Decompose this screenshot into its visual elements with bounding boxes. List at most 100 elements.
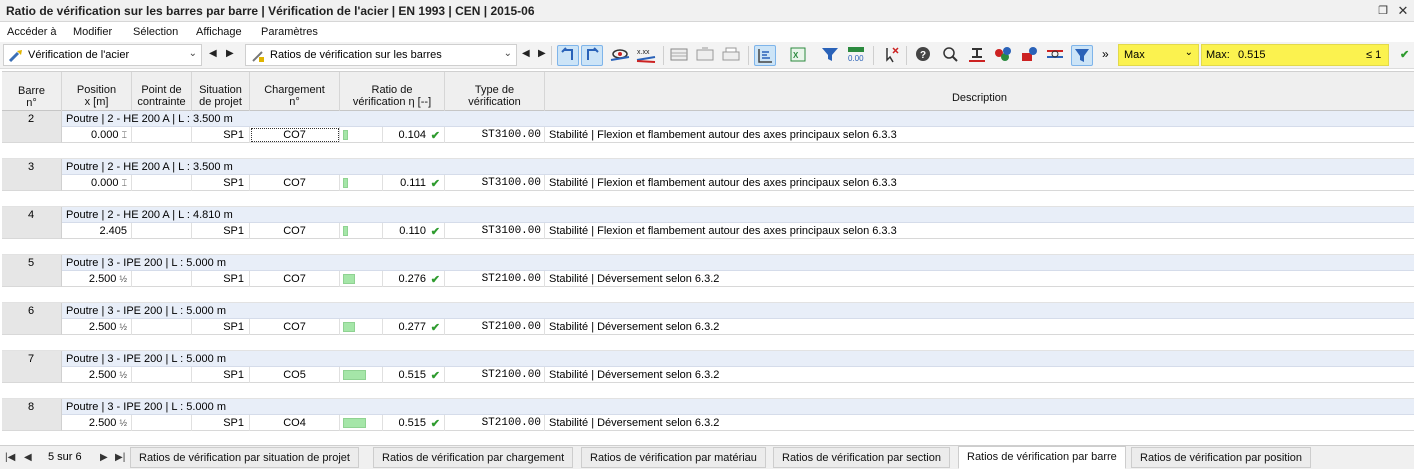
header-chargement[interactable]: Chargement n° bbox=[250, 72, 340, 112]
member-group-header[interactable]: Poutre | 3 - IPE 200 | L : 5.000 m bbox=[62, 399, 1414, 415]
point-cell[interactable] bbox=[132, 319, 192, 335]
table-row[interactable]: 2.500 ½ SP1 CO7 0.277 ✔ ST2100.00 Stabilité | … bbox=[62, 319, 1414, 335]
tab-materiau[interactable]: Ratios de vérification par matériau bbox=[581, 447, 766, 468]
info-loads-icon[interactable] bbox=[1018, 45, 1040, 66]
max-value-field[interactable]: Max: 0.515 ≤ 1 bbox=[1201, 44, 1389, 66]
point-cell[interactable] bbox=[132, 223, 192, 239]
info-materials-icon[interactable] bbox=[992, 45, 1014, 66]
table-row[interactable]: 0.000 ⌶ SP1 CO7 0.111 ✔ ST3100.00 Stabilité | … bbox=[62, 175, 1414, 191]
bar-number[interactable]: 7 bbox=[2, 351, 62, 383]
bar-number[interactable]: 3 bbox=[2, 159, 62, 191]
tab-situation-projet[interactable]: Ratios de vérification par situation de … bbox=[130, 447, 359, 468]
filter-icon[interactable] bbox=[819, 45, 841, 66]
search-icon[interactable] bbox=[940, 45, 962, 66]
type-cell[interactable]: ST2100.00 bbox=[445, 271, 545, 287]
funnel-filter-icon[interactable] bbox=[1071, 45, 1093, 66]
header-type[interactable]: Type de vérification bbox=[445, 72, 545, 112]
table-row[interactable]: 2.500 ½ SP1 CO4 0.515 ✔ ST2100.00 Stabilité | … bbox=[62, 415, 1414, 431]
ratio-cell[interactable]: 0.110 ✔ bbox=[340, 223, 445, 239]
table-view-icon[interactable] bbox=[668, 45, 690, 66]
description-cell[interactable]: Stabilité | Déversement selon 6.3.2 bbox=[545, 319, 1414, 335]
undo-view-icon[interactable] bbox=[557, 45, 579, 66]
description-cell[interactable]: Stabilité | Déversement selon 6.3.2 bbox=[545, 415, 1414, 431]
table-row[interactable]: 2.500 ½ SP1 CO5 0.515 ✔ ST2100.00 Stabilité | … bbox=[62, 367, 1414, 383]
menu-parametres[interactable]: Paramètres bbox=[261, 26, 318, 38]
type-cell[interactable]: ST3100.00 bbox=[445, 175, 545, 191]
description-cell[interactable]: Stabilité | Déversement selon 6.3.2 bbox=[545, 271, 1414, 287]
position-cell[interactable]: 2.500 ½ bbox=[62, 271, 132, 287]
excel-export-icon[interactable]: X bbox=[787, 45, 809, 66]
result-prev-icon[interactable]: ◀ bbox=[522, 48, 530, 59]
select-icon[interactable] bbox=[880, 45, 902, 66]
result-combo[interactable]: Ratios de vérification sur les barres ⌄ bbox=[245, 44, 517, 66]
ratio-cell[interactable]: 0.515 ✔ bbox=[340, 367, 445, 383]
table-row[interactable]: 2.500 ½ SP1 CO7 0.276 ✔ ST2100.00 Stabilité | … bbox=[62, 271, 1414, 287]
point-cell[interactable] bbox=[132, 175, 192, 191]
description-cell[interactable]: Stabilité | Déversement selon 6.3.2 bbox=[545, 367, 1414, 383]
position-cell[interactable]: 2.405 bbox=[62, 223, 132, 239]
position-cell[interactable]: 0.000 ⌶ bbox=[62, 175, 132, 191]
module-prev-icon[interactable]: ◀ bbox=[209, 48, 217, 59]
header-ratio[interactable]: Ratio de vérification η [--] bbox=[340, 72, 445, 112]
type-cell[interactable]: ST2100.00 bbox=[445, 415, 545, 431]
member-type-icon[interactable] bbox=[1044, 45, 1066, 66]
table-row[interactable]: 2.405 SP1 CO7 0.110 ✔ ST3100.00 Stabilité | F… bbox=[62, 223, 1414, 239]
type-cell[interactable]: ST2100.00 bbox=[445, 319, 545, 335]
description-cell[interactable]: Stabilité | Flexion et flambement autour… bbox=[545, 223, 1414, 239]
member-group-header[interactable]: Poutre | 3 - IPE 200 | L : 5.000 m bbox=[62, 303, 1414, 319]
last-page-icon[interactable]: ▶| bbox=[115, 452, 125, 463]
situation-cell[interactable]: SP1 bbox=[192, 367, 250, 383]
menu-affichage[interactable]: Affichage bbox=[196, 26, 242, 38]
point-cell[interactable] bbox=[132, 415, 192, 431]
header-position[interactable]: Position x [m] bbox=[62, 72, 132, 112]
bar-number[interactable]: 2 bbox=[2, 111, 62, 143]
tab-position[interactable]: Ratios de vérification par position bbox=[1131, 447, 1312, 468]
export-icon[interactable] bbox=[694, 45, 716, 66]
load-cell[interactable]: CO4 bbox=[250, 415, 340, 431]
filter-type-combo[interactable]: Max ⌄ bbox=[1118, 44, 1199, 66]
member-group-header[interactable]: Poutre | 2 - HE 200 A | L : 3.500 m bbox=[62, 159, 1414, 175]
values-icon[interactable]: x.xx bbox=[635, 45, 657, 66]
situation-cell[interactable]: SP1 bbox=[192, 319, 250, 335]
ratio-cell[interactable]: 0.515 ✔ bbox=[340, 415, 445, 431]
tab-barre[interactable]: Ratios de vérification par barre bbox=[958, 446, 1126, 469]
header-point-contrainte[interactable]: Point de contrainte bbox=[132, 72, 192, 112]
load-cell[interactable]: CO5 bbox=[250, 367, 340, 383]
situation-cell[interactable]: SP1 bbox=[192, 223, 250, 239]
description-cell[interactable]: Stabilité | Flexion et flambement autour… bbox=[545, 175, 1414, 191]
member-group-header[interactable]: Poutre | 2 - HE 200 A | L : 3.500 m bbox=[62, 111, 1414, 127]
situation-cell[interactable]: SP1 bbox=[192, 127, 250, 143]
menu-acceder[interactable]: Accéder à bbox=[7, 26, 57, 38]
load-cell[interactable]: CO7 bbox=[250, 223, 340, 239]
load-cell[interactable]: CO7 bbox=[250, 319, 340, 335]
ratio-cell[interactable]: 0.104 ✔ bbox=[340, 127, 445, 143]
menu-modifier[interactable]: Modifier bbox=[73, 26, 112, 38]
position-cell[interactable]: 2.500 ½ bbox=[62, 415, 132, 431]
decimals-icon[interactable]: 0.00 bbox=[845, 45, 867, 66]
bar-number[interactable]: 4 bbox=[2, 207, 62, 239]
position-cell[interactable]: 2.500 ½ bbox=[62, 367, 132, 383]
more-tools[interactable]: » bbox=[1102, 47, 1109, 61]
type-cell[interactable]: ST2100.00 bbox=[445, 367, 545, 383]
ratio-cell[interactable]: 0.277 ✔ bbox=[340, 319, 445, 335]
situation-cell[interactable]: SP1 bbox=[192, 415, 250, 431]
section-icon[interactable] bbox=[966, 45, 988, 66]
situation-cell[interactable]: SP1 bbox=[192, 271, 250, 287]
description-cell[interactable]: Stabilité | Flexion et flambement autour… bbox=[545, 127, 1414, 143]
column-layout-icon[interactable] bbox=[754, 45, 776, 66]
load-cell[interactable]: CO7 bbox=[250, 175, 340, 191]
tab-section[interactable]: Ratios de vérification par section bbox=[773, 447, 950, 468]
print-icon[interactable] bbox=[720, 45, 742, 66]
type-cell[interactable]: ST3100.00 bbox=[445, 223, 545, 239]
position-cell[interactable]: 0.000 ⌶ bbox=[62, 127, 132, 143]
situation-cell[interactable]: SP1 bbox=[192, 175, 250, 191]
first-page-icon[interactable]: |◀ bbox=[5, 452, 15, 463]
prev-page-icon[interactable]: ◀ bbox=[24, 452, 32, 463]
header-situation[interactable]: Situation de projet bbox=[192, 72, 250, 112]
bar-number[interactable]: 8 bbox=[2, 399, 62, 431]
ratio-cell[interactable]: 0.111 ✔ bbox=[340, 175, 445, 191]
result-next-icon[interactable]: ▶ bbox=[538, 48, 546, 59]
menu-selection[interactable]: Sélection bbox=[133, 26, 178, 38]
member-group-header[interactable]: Poutre | 3 - IPE 200 | L : 5.000 m bbox=[62, 351, 1414, 367]
header-description[interactable]: Description bbox=[545, 72, 1414, 112]
